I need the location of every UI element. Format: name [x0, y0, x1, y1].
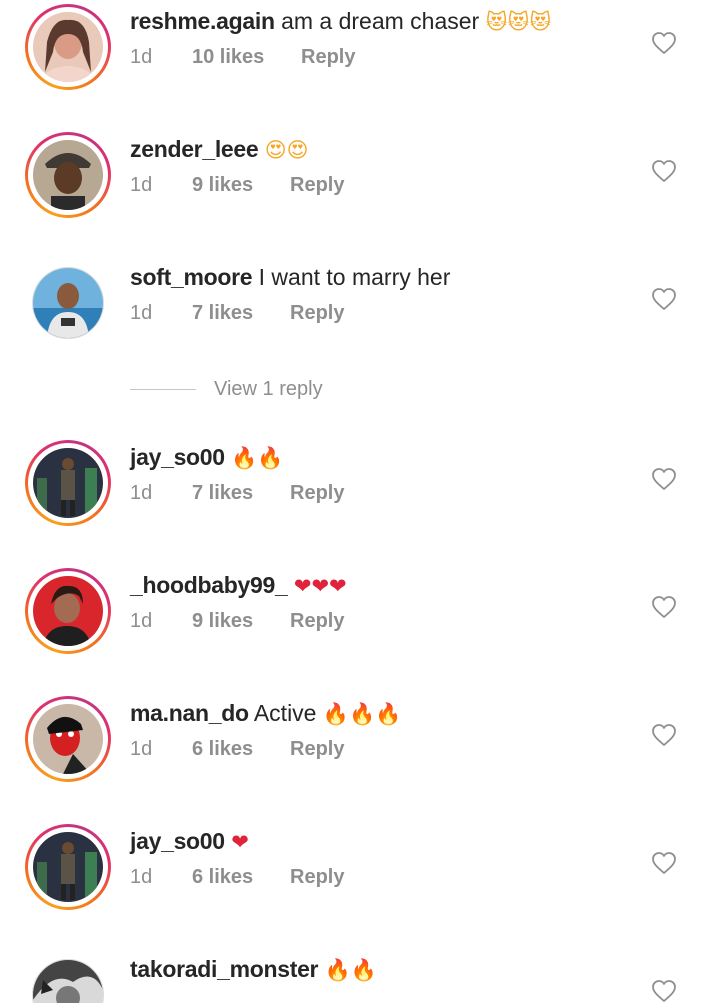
comment-item: zender_leee 😍😍 1d 9 likes Reply: [0, 128, 720, 256]
avatar[interactable]: [25, 440, 111, 526]
heart-outline-icon[interactable]: [651, 851, 677, 875]
comment-item: takoradi_monster 🔥🔥: [0, 948, 720, 1003]
reply-button[interactable]: Reply: [301, 46, 355, 69]
avatar-photo: [32, 267, 104, 339]
comment-line: zender_leee 😍😍: [130, 136, 309, 163]
avatar-photo: [33, 12, 103, 82]
comment-username[interactable]: zender_leee: [130, 136, 259, 162]
reply-button[interactable]: Reply: [290, 482, 344, 505]
view-replies-divider: [130, 389, 196, 390]
comment-emoji: 🔥🔥: [231, 446, 284, 470]
avatar-photo: [33, 576, 103, 646]
comment-emoji: ❤: [231, 830, 249, 854]
comment-item: jay_so00 🔥🔥 1d 7 likes Reply: [0, 436, 720, 564]
heart-outline-icon[interactable]: [651, 287, 677, 311]
comment-likes[interactable]: 6 likes: [192, 738, 253, 761]
comment-time: 1d: [130, 610, 153, 632]
comment-username[interactable]: soft_moore: [130, 264, 253, 290]
avatar[interactable]: [25, 824, 111, 910]
comment-emoji: 😻😻😻: [485, 10, 552, 34]
comment-likes[interactable]: 6 likes: [192, 866, 253, 889]
comment-likes[interactable]: 7 likes: [192, 482, 253, 505]
comment-item: soft_moore I want to marry her 1d 7 like…: [0, 256, 720, 384]
comment-time: 1d: [130, 866, 153, 888]
comment-likes[interactable]: 10 likes: [192, 46, 264, 69]
comment-username[interactable]: takoradi_monster: [130, 956, 319, 982]
reply-button[interactable]: Reply: [290, 174, 344, 197]
comment-text: Active: [253, 700, 317, 726]
comment-line: ma.nan_do Active 🔥🔥🔥: [130, 700, 401, 727]
view-replies-button[interactable]: View 1 reply: [130, 378, 430, 404]
comment-time: 1d: [130, 302, 153, 324]
comment-line: takoradi_monster 🔥🔥: [130, 956, 377, 983]
comment-emoji: ❤❤❤: [293, 574, 347, 598]
comment-username[interactable]: ma.nan_do: [130, 700, 249, 726]
comment-line: _hoodbaby99_ ❤❤❤: [130, 572, 347, 599]
comment-text: am a dream chaser: [281, 8, 480, 34]
comment-username[interactable]: reshme.again: [130, 8, 275, 34]
comment-time: 1d: [130, 174, 153, 196]
reply-button[interactable]: Reply: [290, 738, 344, 761]
avatar[interactable]: [25, 696, 111, 782]
avatar[interactable]: [25, 568, 111, 654]
avatar-photo: [33, 832, 103, 902]
comment-likes[interactable]: 9 likes: [192, 610, 253, 633]
comment-username[interactable]: _hoodbaby99_: [130, 572, 288, 598]
comment-time: 1d: [130, 482, 153, 504]
comment-username[interactable]: jay_so00: [130, 828, 225, 854]
heart-outline-icon[interactable]: [651, 31, 677, 55]
comment-likes[interactable]: 9 likes: [192, 174, 253, 197]
comment-emoji: 🔥🔥🔥: [322, 702, 402, 726]
comment-line: jay_so00 ❤: [130, 828, 249, 855]
heart-outline-icon[interactable]: [651, 595, 677, 619]
avatar[interactable]: [25, 4, 111, 90]
avatar[interactable]: [25, 260, 111, 346]
avatar[interactable]: [25, 952, 111, 1003]
avatar-photo: [32, 959, 104, 1003]
comment-time: 1d: [130, 738, 153, 760]
comment-line: jay_so00 🔥🔥: [130, 444, 283, 471]
comment-time: 1d: [130, 46, 153, 68]
avatar-photo: [33, 140, 103, 210]
heart-outline-icon[interactable]: [651, 467, 677, 491]
comment-item: _hoodbaby99_ ❤❤❤ 1d 9 likes Reply: [0, 564, 720, 692]
comment-likes[interactable]: 7 likes: [192, 302, 253, 325]
comment-username[interactable]: jay_so00: [130, 444, 225, 470]
comment-emoji: 🔥🔥: [324, 958, 377, 982]
reply-button[interactable]: Reply: [290, 610, 344, 633]
comment-item: reshme.again am a dream chaser 😻😻😻 1d 10…: [0, 0, 720, 128]
comment-emoji: 😍😍: [264, 138, 309, 162]
reply-button[interactable]: Reply: [290, 302, 344, 325]
heart-outline-icon[interactable]: [651, 979, 677, 1003]
avatar-photo: [33, 448, 103, 518]
avatar-photo: [33, 704, 103, 774]
view-replies-label[interactable]: View 1 reply: [214, 378, 323, 401]
comment-item: ma.nan_do Active 🔥🔥🔥 1d 6 likes Reply: [0, 692, 720, 820]
reply-button[interactable]: Reply: [290, 866, 344, 889]
comment-item: jay_so00 ❤ 1d 6 likes Reply: [0, 820, 720, 948]
heart-outline-icon[interactable]: [651, 723, 677, 747]
comment-line: soft_moore I want to marry her: [130, 264, 450, 291]
comment-text: I want to marry her: [258, 264, 451, 290]
comment-line: reshme.again am a dream chaser 😻😻😻: [130, 8, 551, 35]
heart-outline-icon[interactable]: [651, 159, 677, 183]
avatar[interactable]: [25, 132, 111, 218]
